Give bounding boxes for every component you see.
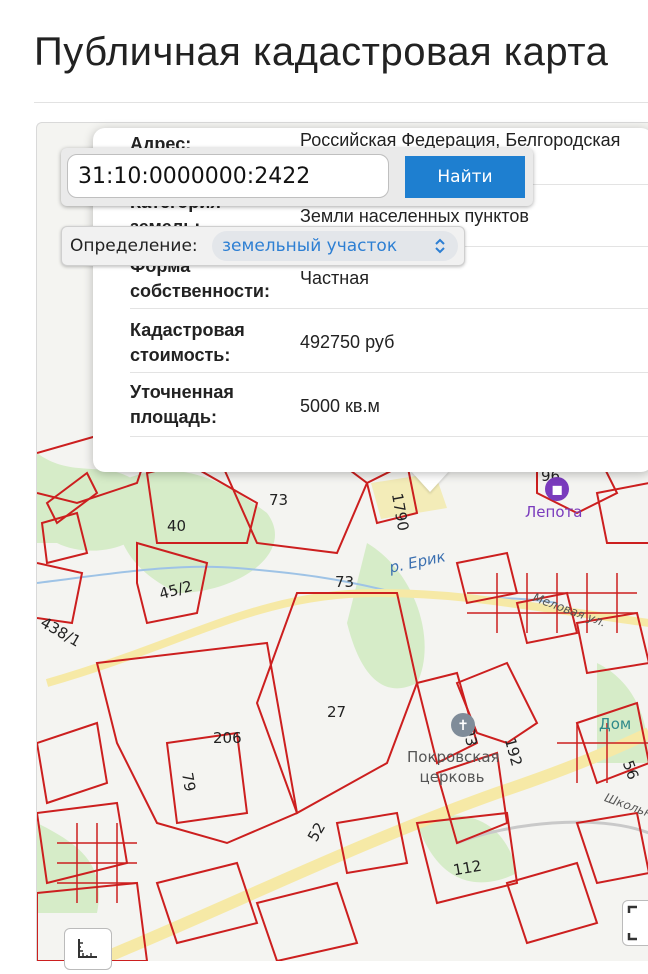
fullscreen-icon [627,905,637,941]
cadastral-number-input[interactable] [67,154,389,198]
identify-mode-select[interactable]: земельный участок [212,231,458,261]
info-label: Кадастровая стоимость: [130,320,245,365]
poi-label[interactable]: Лепота [525,503,582,521]
measure-ruler-button[interactable] [64,928,112,970]
parcel-label: 79 [178,771,200,793]
popup-pointer [410,470,450,492]
info-row-cadastral-value: Кадастровая стоимость: 492750 руб [130,308,648,373]
parcel-label: 73 [335,573,355,591]
info-label: Уточненная площадь: [130,382,234,427]
parcel-label: 40 [167,517,187,535]
info-row-area: Уточненная площадь: 5000 кв.м [130,372,648,437]
info-value: Частная [300,268,369,288]
info-value: 5000 кв.м [300,396,380,416]
shopping-bag-icon[interactable]: ◼ [545,477,569,501]
cadastral-search-bar: Найти [61,148,533,206]
chevron-up-down-icon [435,238,445,254]
title-divider [34,102,648,103]
parcel-label: 27 [327,703,347,721]
page-title: Публичная кадастровая карта [34,30,609,74]
fullscreen-button[interactable] [622,900,648,946]
ruler-icon [78,939,97,958]
find-button[interactable]: Найти [405,156,525,198]
poi-label[interactable]: Покровская церковь [407,747,500,787]
identify-mode-bar: Определение: земельный участок [61,226,465,266]
parcel-label: 73 [269,491,289,509]
identify-mode-value: земельный участок [222,236,398,256]
church-icon[interactable]: ✝ [451,713,475,737]
identify-mode-label: Определение: [70,236,198,256]
info-value: 492750 руб [300,332,395,352]
parcel-label: 206 [213,729,242,747]
poi-label[interactable]: Дом [599,715,631,733]
